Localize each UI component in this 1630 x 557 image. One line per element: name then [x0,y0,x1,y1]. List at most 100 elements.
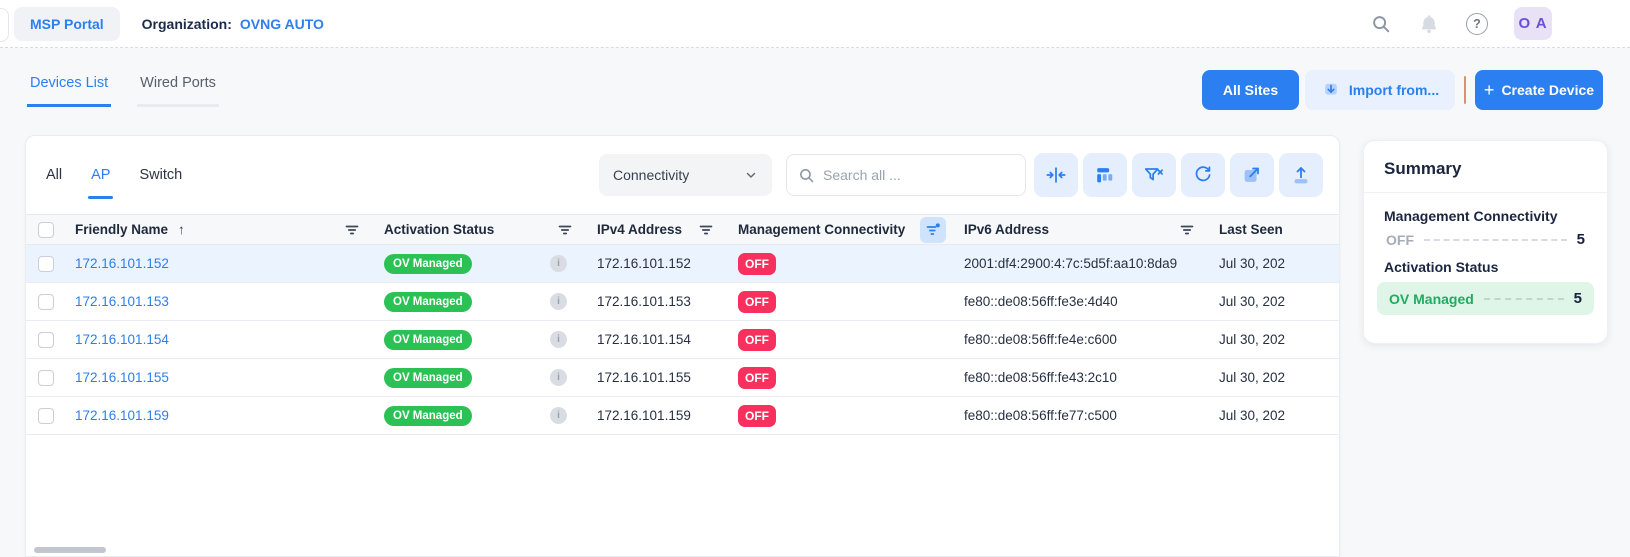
tab-wired-ports[interactable]: Wired Ports [137,75,219,107]
avatar[interactable]: O A [1514,7,1552,40]
ipv6-value: 2001:df4:2900:4:7c:5d5f:aa10:8da9 [964,256,1177,271]
info-icon[interactable]: i [550,293,567,310]
filter-icon[interactable] [1179,222,1195,238]
summary-title: Summary [1364,141,1607,193]
activation-status-badge: OV Managed [384,330,472,350]
help-icon[interactable]: ? [1466,13,1488,35]
ipv4-value: 172.16.101.154 [597,332,691,347]
open-external-button[interactable] [1230,153,1274,197]
info-icon[interactable]: i [550,331,567,348]
summary-ov-managed-label: OV Managed [1389,291,1474,307]
summary-mgmt-connectivity-heading: Management Connectivity [1376,208,1595,224]
columns-icon [1094,164,1116,186]
horizontal-scrollbar[interactable] [34,547,106,553]
fit-columns-icon [1045,164,1067,186]
table-row[interactable]: 172.16.101.155 OV Managed i 172.16.101.1… [26,359,1339,397]
upload-button[interactable] [1279,153,1323,197]
collapsed-sidebar-stub[interactable] [0,8,9,42]
ipv4-value: 172.16.101.159 [597,408,691,423]
filter-active-icon[interactable] [920,217,946,243]
import-from-label: Import from... [1349,82,1439,98]
select-all-checkbox[interactable] [38,222,54,238]
table-header: Friendly Name ↑ Activation Status IPv4 A… [26,214,1339,245]
msp-portal-button[interactable]: MSP Portal [14,7,120,41]
table-toolbar: All AP Switch Connectivity [26,136,1339,214]
connectivity-badge: OFF [738,291,776,313]
ipv4-value: 172.16.101.153 [597,294,691,309]
connectivity-badge: OFF [738,405,776,427]
fit-columns-button[interactable] [1034,153,1078,197]
ipv6-value: fe80::de08:56ff:fe77:c500 [964,408,1117,423]
all-sites-button[interactable]: All Sites [1202,70,1299,110]
last-seen-value: Jul 30, 202 [1219,294,1285,309]
ipv4-value: 172.16.101.152 [597,256,691,271]
refresh-icon [1192,164,1214,186]
summary-panel: Summary Management Connectivity OFF 5 Ac… [1363,140,1608,344]
refresh-button[interactable] [1181,153,1225,197]
info-icon[interactable]: i [550,407,567,424]
connectivity-badge: OFF [738,253,776,275]
summary-ov-managed-count: 5 [1574,290,1582,307]
summary-off-row[interactable]: OFF 5 [1376,231,1595,259]
last-seen-value: Jul 30, 202 [1219,256,1285,271]
summary-ov-managed-row[interactable]: OV Managed 5 [1377,282,1594,315]
tab-devices-list[interactable]: Devices List [27,75,111,107]
clear-filter-button[interactable] [1132,153,1176,197]
page-tabs: Devices List Wired Ports [27,75,219,107]
column-ipv6-address[interactable]: IPv6 Address [964,222,1049,237]
row-checkbox[interactable] [38,294,54,310]
last-seen-value: Jul 30, 202 [1219,332,1285,347]
create-device-button[interactable]: + Create Device [1475,70,1603,110]
device-name-link[interactable]: 172.16.101.154 [75,332,169,347]
type-tab-ap[interactable]: AP [90,165,111,185]
row-checkbox[interactable] [38,408,54,424]
device-name-link[interactable]: 172.16.101.153 [75,294,169,309]
activation-status-badge: OV Managed [384,406,472,426]
column-activation-status[interactable]: Activation Status [384,222,494,237]
sort-asc-icon[interactable]: ↑ [178,222,185,237]
upload-icon [1290,164,1312,186]
type-tab-all[interactable]: All [45,165,63,185]
dashed-leader [1424,239,1567,241]
row-checkbox[interactable] [38,256,54,272]
row-checkbox[interactable] [38,370,54,386]
search-input[interactable] [823,167,1014,183]
column-ipv4-address[interactable]: IPv4 Address [597,222,682,237]
organization-value-link[interactable]: OVNG AUTO [240,16,324,32]
column-last-seen[interactable]: Last Seen [1219,222,1283,237]
search-icon[interactable] [1370,13,1392,35]
search-box [786,154,1026,196]
filter-icon[interactable] [698,222,714,238]
column-friendly-name[interactable]: Friendly Name [75,222,168,237]
activation-status-badge: OV Managed [384,292,472,312]
import-from-button[interactable]: Import from... [1305,70,1455,110]
device-name-link[interactable]: 172.16.101.155 [75,370,169,385]
table-row[interactable]: 172.16.101.153 OV Managed i 172.16.101.1… [26,283,1339,321]
device-name-link[interactable]: 172.16.101.159 [75,408,169,423]
table-row[interactable]: 172.16.101.154 OV Managed i 172.16.101.1… [26,321,1339,359]
bell-icon[interactable] [1418,13,1440,35]
connectivity-dropdown[interactable]: Connectivity [599,154,772,196]
organization-label: Organization: [142,16,232,32]
filter-icon[interactable] [344,222,360,238]
filter-icon[interactable] [557,222,573,238]
connectivity-badge: OFF [738,329,776,351]
table-row[interactable]: 172.16.101.152 OV Managed i 172.16.101.1… [26,245,1339,283]
ipv6-value: fe80::de08:56ff:fe4e:c600 [964,332,1117,347]
chevron-down-icon [744,168,758,182]
search-icon [798,167,815,184]
ipv6-value: fe80::de08:56ff:fe3e:4d40 [964,294,1118,309]
table-row[interactable]: 172.16.101.159 OV Managed i 172.16.101.1… [26,397,1339,435]
info-icon[interactable]: i [550,255,567,272]
top-bar: MSP Portal Organization: OVNG AUTO ? O A [0,0,1630,48]
clear-filter-icon [1143,164,1165,186]
columns-button[interactable] [1083,153,1127,197]
row-checkbox[interactable] [38,332,54,348]
ipv4-value: 172.16.101.155 [597,370,691,385]
column-management-connectivity[interactable]: Management Connectivity [738,222,905,237]
device-name-link[interactable]: 172.16.101.152 [75,256,169,271]
type-tab-switch[interactable]: Switch [138,165,183,185]
ipv6-value: fe80::de08:56ff:fe43:2c10 [964,370,1117,385]
info-icon[interactable]: i [550,369,567,386]
plus-icon: + [1484,81,1495,99]
